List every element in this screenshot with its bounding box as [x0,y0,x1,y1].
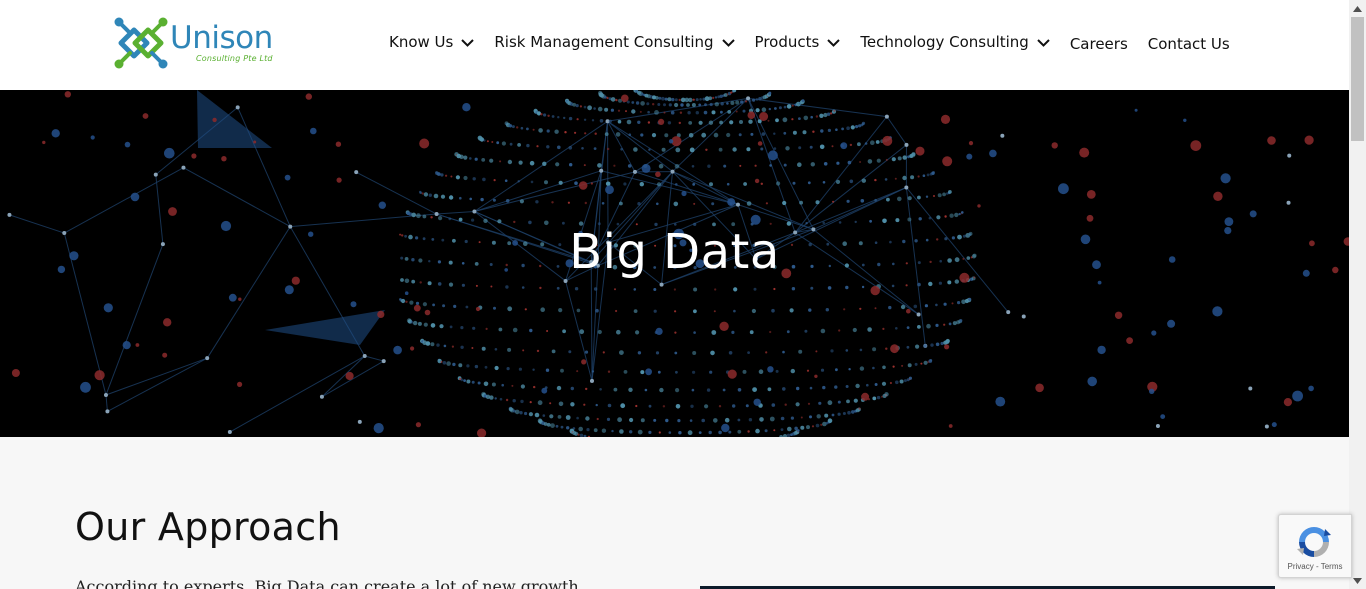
nav-item-label: Products [754,32,820,51]
nav-item-know-us[interactable]: Know Us [389,32,475,51]
approach-section: Our Approach According to experts, Big D… [0,437,1349,589]
chevron-down-icon [461,39,475,47]
recaptcha-badge[interactable]: Privacy - Terms [1278,514,1352,578]
nav-item-risk-management-consulting[interactable]: Risk Management Consulting [494,32,735,51]
chevron-down-icon [827,39,841,47]
nav-item-contact-us[interactable]: Contact Us [1148,35,1230,53]
page-scrollbar[interactable] [1349,0,1366,589]
nav-item-careers[interactable]: Careers [1070,35,1128,53]
nav-item-technology-consulting[interactable]: Technology Consulting [860,33,1050,51]
nav-item-products[interactable]: Products [755,33,841,51]
brand-logo[interactable]: Unison Consulting Pte Ltd [112,14,273,72]
nav-item-label: Know Us [389,32,454,51]
recaptcha-separator: - [1313,562,1321,571]
main-nav: Know Us Risk Management Consulting Produ… [389,30,1230,54]
triangle-down-icon [1353,577,1362,584]
scroll-up-arrow[interactable] [1349,0,1366,17]
triangle-up-icon [1353,5,1362,12]
chevron-down-icon [1037,39,1050,47]
section-body-text: According to experts, Big Data can creat… [75,577,579,589]
nav-item-label: Careers [1069,35,1128,53]
recaptcha-icon [1297,527,1331,557]
unison-logo-icon [114,17,168,69]
site-header: Unison Consulting Pte Ltd Know Us Risk M… [0,0,1349,90]
page-title: Big Data [569,224,780,280]
hero-banner: Big Data [0,90,1349,437]
page: Unison Consulting Pte Ltd Know Us Risk M… [0,0,1366,589]
brand-name: Unison [170,20,273,56]
nav-item-label: Risk Management Consulting [494,32,714,51]
brand-wordmark: Unison Consulting Pte Ltd [170,20,273,64]
recaptcha-links: Privacy - Terms [1279,562,1351,571]
nav-item-label: Contact Us [1147,35,1230,53]
section-heading: Our Approach [75,505,341,549]
chevron-down-icon [721,39,735,47]
scroll-thumb[interactable] [1351,17,1364,141]
recaptcha-terms-link[interactable]: Terms [1321,562,1343,571]
nav-item-label: Technology Consulting [860,32,1029,51]
recaptcha-privacy-link[interactable]: Privacy [1288,562,1314,571]
